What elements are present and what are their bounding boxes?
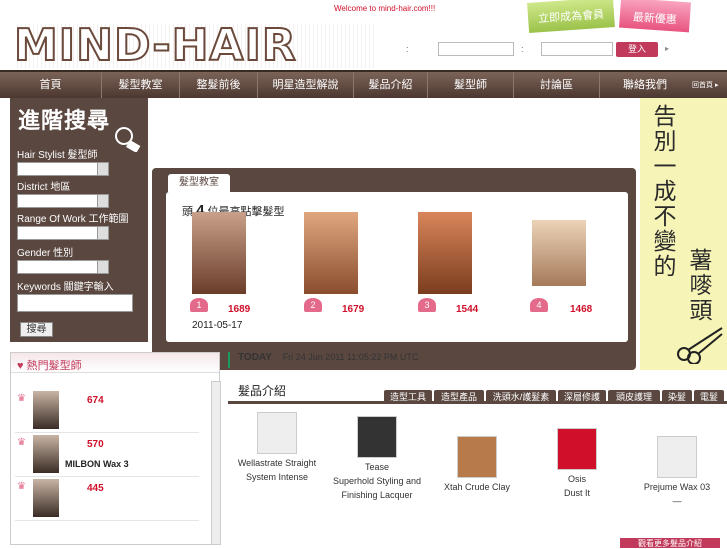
nav-item-before-after[interactable]: 整髮前後 [180, 72, 258, 98]
crown-icon: ♛ [17, 481, 26, 492]
products-panel: 髮品介紹 造型工具 造型產品 洗頭水/護髮素 深層修護 頭皮護理 染髮 電髮 W… [228, 378, 727, 548]
tab-hair-classroom[interactable]: 髮型教室 [168, 174, 230, 192]
rank-badge: 4 [530, 298, 548, 312]
list-item[interactable]: ♛ 445 [15, 477, 199, 521]
banner-text-2: 薯嘜頭 [686, 248, 712, 323]
top-hairstyles-box: 頭 4 位最高點擊髮型 1 1689 2 1679 3 1544 4 1468 … [166, 192, 628, 342]
product-item[interactable]: Tease Superhold Styling and Finishing Lacq… [332, 416, 422, 502]
product-image[interactable] [657, 436, 697, 478]
nav-item-celebrity[interactable]: 明星造型解說 [258, 72, 354, 98]
click-count: 1679 [342, 304, 365, 315]
tab-deep-repair[interactable]: 深層修護 [558, 390, 606, 404]
search-button[interactable]: 搜尋 [20, 322, 53, 337]
banner-text-1: 告別一成不變的 [650, 104, 676, 279]
back-home-link[interactable]: 回首頁 ▸ [692, 80, 718, 90]
login-button[interactable]: 登入 [616, 42, 658, 57]
list-item[interactable]: ♛ 570 MILBON Wax 3 [15, 433, 199, 477]
tab-perm[interactable]: 電髮 [694, 390, 724, 404]
tab-scalp-care[interactable]: 頭皮護理 [608, 390, 660, 404]
stylist-score: 445 [87, 483, 104, 494]
scrollbar[interactable] [211, 381, 221, 545]
product-item[interactable]: Wellastrate Straight System Intense [232, 412, 322, 484]
nav-item-contact[interactable]: 聯絡我們 [600, 72, 690, 98]
more-products-button[interactable]: 觀看更多髮品介紹 [620, 538, 720, 548]
stylist-score: 674 [87, 395, 104, 406]
product-item[interactable]: Prejume Wax 03— [632, 436, 722, 508]
nav-item-products[interactable]: 髮品介紹 [354, 72, 428, 98]
stylist-product[interactable]: MILBON Wax 3 [65, 459, 129, 469]
join-member-button[interactable]: 立即成為會員 [527, 0, 615, 33]
hairstyle-photo[interactable] [192, 212, 246, 294]
products-title: 髮品介紹 [238, 384, 287, 398]
gender-label: Gender 性別 [17, 248, 74, 259]
district-label: District 地區 [17, 182, 71, 193]
hot-stylists-header: ♥ 熱門髮型師 [11, 353, 219, 373]
tab-dye[interactable]: 染髮 [662, 390, 692, 404]
rank-badge: 2 [304, 298, 322, 312]
welcome-text: Welcome to mind-hair.com!!! [334, 4, 436, 13]
gender-select[interactable] [17, 260, 109, 274]
today-bar: TODAY Fri 24 Jun 2011 11:05:22 PM UTC [228, 352, 727, 368]
crown-icon: ♛ [17, 437, 26, 448]
nav-item-stylists[interactable]: 髮型師 [428, 72, 514, 98]
crown-icon: ♛ [17, 393, 26, 404]
stylist-avatar[interactable] [33, 391, 59, 429]
hairstyle-photo[interactable] [304, 212, 358, 294]
stylist-avatar[interactable] [33, 435, 59, 473]
keywords-label: Keywords 關鍵字輸入 [17, 282, 114, 293]
login-arrow-icon: ▸ [665, 44, 670, 53]
click-count: 1544 [456, 304, 479, 315]
nav-item-home[interactable]: 首頁 [0, 72, 102, 98]
click-count: 1468 [570, 304, 593, 315]
tab-shampoo[interactable]: 洗頭水/護髮素 [486, 390, 556, 404]
password-input[interactable] [541, 42, 613, 56]
username-label: : [406, 44, 409, 54]
today-datetime: Fri 24 Jun 2011 11:05:22 PM UTC [282, 352, 419, 362]
product-image[interactable] [257, 412, 297, 454]
hairstyle-photo[interactable] [532, 220, 586, 286]
stylist-select[interactable] [17, 162, 109, 176]
rank-badge: 1 [190, 298, 208, 312]
main-nav: 首頁 髮型教室 整髮前後 明星造型解說 髮品介紹 髮型師 討論區 聯絡我們 [0, 70, 727, 98]
products-header: 髮品介紹 造型工具 造型產品 洗頭水/護髮素 深層修護 頭皮護理 染髮 電髮 [228, 378, 727, 404]
product-image[interactable] [357, 416, 397, 458]
keywords-input[interactable] [17, 294, 133, 312]
post-date: 2011-05-17 [192, 320, 243, 331]
nav-item-forum[interactable]: 討論區 [514, 72, 600, 98]
latest-offer-button[interactable]: 最新優惠 [619, 0, 691, 33]
tab-styling-products[interactable]: 造型產品 [434, 390, 484, 404]
promo-banner[interactable]: 告別一成不變的 薯嘜頭 [640, 98, 727, 370]
stylist-score: 570 [87, 439, 104, 450]
product-item[interactable]: Xtah Crude Clay [432, 436, 522, 494]
stylist-label: Hair Stylist 髮型師 [17, 150, 98, 161]
tab-styling-tools[interactable]: 造型工具 [384, 390, 432, 404]
range-label: Range Of Work 工作範圍 [17, 214, 129, 225]
product-image[interactable] [557, 428, 597, 470]
hair-classroom-panel: 髮型教室 頭 4 位最高點擊髮型 1 1689 2 1679 3 1544 4 … [152, 168, 636, 370]
rank-badge: 3 [418, 298, 436, 312]
advanced-search-panel: 進階搜尋 Hair Stylist 髮型師 District 地區 Range … [10, 98, 148, 342]
list-item[interactable]: ♛ 674 [15, 389, 199, 433]
hairstyle-photo[interactable] [418, 212, 472, 294]
magnifier-icon [115, 127, 141, 152]
site-logo[interactable]: MIND-HAIR [13, 21, 297, 71]
district-select[interactable] [17, 194, 109, 208]
password-label: : [521, 44, 524, 54]
product-image[interactable] [457, 436, 497, 478]
today-label: TODAY [238, 352, 272, 363]
search-title: 進階搜尋 [18, 108, 111, 133]
stylist-avatar[interactable] [33, 479, 59, 517]
nav-item-hair-classroom[interactable]: 髮型教室 [102, 72, 180, 98]
range-select[interactable] [17, 226, 109, 240]
hot-stylists-panel: ♥ 熱門髮型師 ♛ 674 ♛ 570 MILBON Wax 3 ♛ 445 [10, 352, 221, 545]
product-item[interactable]: Osis Dust It [532, 428, 622, 500]
username-input[interactable] [438, 42, 514, 56]
click-count: 1689 [228, 304, 251, 315]
heart-icon: ♥ [17, 360, 24, 372]
